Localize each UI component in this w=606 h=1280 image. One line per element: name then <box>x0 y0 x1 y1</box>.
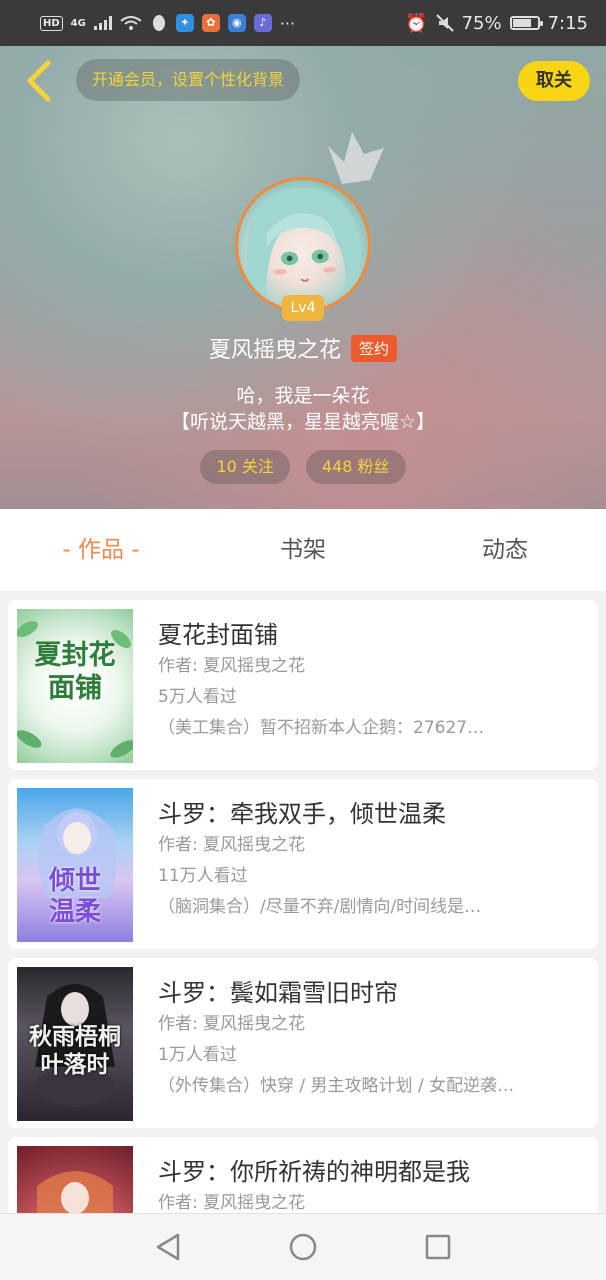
book-cover[interactable] <box>17 1146 133 1213</box>
followers-count[interactable]: 448 粉丝 <box>305 450 406 484</box>
app-notification-icon: ✦ <box>175 14 194 32</box>
crown-icon <box>328 132 384 184</box>
book-cover[interactable]: 倾世温柔 <box>17 788 133 942</box>
book-cover[interactable]: 秋雨梧桐叶落时 <box>17 967 133 1121</box>
battery-icon <box>509 16 543 30</box>
work-author: 作者: 夏风摇曳之花 <box>158 1014 306 1034</box>
music-notification-icon: ♪ <box>253 14 272 32</box>
cover-title: 秋雨梧桐叶落时 <box>29 1023 121 1078</box>
cover-figure <box>37 1171 113 1213</box>
nav-recent-icon <box>426 1234 451 1260</box>
avatar[interactable] <box>235 177 371 313</box>
hd-indicator: HD <box>40 15 63 31</box>
work-card[interactable]: 秋雨梧桐叶落时 斗罗：鬓如霜雪旧时帘 作者: 夏风摇曳之花 1万人看过 （外传集… <box>8 958 598 1128</box>
unfollow-button[interactable]: 取关 <box>518 61 590 101</box>
work-author: 作者: 夏风摇曳之花 <box>158 835 306 855</box>
bio-line: 哈，我是一朵花 <box>236 385 370 407</box>
work-views: 1万人看过 <box>158 1045 237 1065</box>
work-author: 作者: 夏风摇曳之花 <box>158 1193 306 1213</box>
system-nav-bar <box>0 1213 606 1280</box>
signed-author-badge: 签约 <box>351 334 398 362</box>
work-views: 11万人看过 <box>158 866 248 886</box>
work-author: 作者: 夏风摇曳之花 <box>158 656 306 676</box>
work-card[interactable]: 倾世温柔 斗罗：牵我双手，倾世温柔 作者: 夏风摇曳之花 11万人看过 （脑洞集… <box>8 779 598 949</box>
vip-background-prompt[interactable]: 开通会员，设置个性化背景 <box>76 59 301 101</box>
nav-home-icon <box>289 1233 317 1261</box>
work-description: （外传集合）快穿 / 男主攻略计划 / 女配逆袭… <box>158 1076 515 1096</box>
wifi-icon <box>120 16 142 30</box>
work-title: 斗罗：牵我双手，倾世温柔 <box>158 800 446 828</box>
tab-bookshelf[interactable]: 书架 <box>202 509 404 591</box>
work-title: 夏花封面铺 <box>158 621 278 649</box>
nav-back-button[interactable] <box>148 1227 188 1267</box>
mute-icon <box>435 14 454 32</box>
works-list: 夏封花面铺 夏花封面铺 作者: 夏风摇曳之花 5万人看过 （美工集合）暂不招新本… <box>0 591 606 1213</box>
back-chevron-icon <box>27 60 51 102</box>
tab-activity[interactable]: 动态 <box>404 509 606 591</box>
back-button[interactable] <box>18 58 58 104</box>
work-title: 斗罗：你所祈祷的神明都是我 <box>158 1158 470 1186</box>
nav-recent-button[interactable] <box>418 1227 458 1267</box>
following-count[interactable]: 10 关注 <box>200 450 290 484</box>
status-bar: HD 4G ✦ ✿ ◉ ♪ ··· ⏰ 75% 7:15 <box>0 0 606 46</box>
more-notifications-icon: ··· <box>279 13 296 33</box>
nav-home-button[interactable] <box>283 1227 323 1267</box>
app-notification-icon: ◉ <box>227 14 246 32</box>
work-card[interactable]: 斗罗：你所祈祷的神明都是我 作者: 夏风摇曳之花 <box>8 1137 598 1213</box>
app-notification-icon: ✿ <box>201 14 220 32</box>
work-card[interactable]: 夏封花面铺 夏花封面铺 作者: 夏风摇曳之花 5万人看过 （美工集合）暂不招新本… <box>8 600 598 770</box>
signal-bars-icon <box>93 16 112 30</box>
level-badge: Lv4 <box>282 295 324 321</box>
alarm-icon: ⏰ <box>405 12 428 34</box>
bio-line: 【听说天越黑，星星越亮喔☆】 <box>170 411 436 433</box>
book-cover[interactable]: 夏封花面铺 <box>17 609 133 763</box>
work-title: 斗罗：鬓如霜雪旧时帘 <box>158 979 398 1007</box>
work-description: （脑洞集合）/尽量不弃/剧情向/时间线是… <box>158 897 482 917</box>
clock: 7:15 <box>547 12 588 34</box>
battery-percent: 75% <box>461 12 502 34</box>
work-views: 5万人看过 <box>158 687 237 707</box>
nav-back-icon <box>156 1233 179 1261</box>
profile-tabs: - 作品 - 书架 动态 <box>0 509 606 591</box>
work-description: （美工集合）暂不招新本人企鹅：27627… <box>158 718 485 738</box>
username: 夏风摇曳之花 <box>208 338 341 363</box>
profile-header: 开通会员，设置个性化背景 取关 Lv4 夏风摇曳之花 签约 哈，我是一朵花 【听… <box>0 46 606 509</box>
cover-title: 倾世温柔 <box>48 866 101 927</box>
bio: 哈，我是一朵花 【听说天越黑，星星越亮喔☆】 <box>0 383 606 435</box>
cover-title: 夏封花面铺 <box>34 640 116 704</box>
qq-notification-icon <box>152 15 165 31</box>
signal-4g-icon: 4G <box>70 17 86 29</box>
tab-works[interactable]: - 作品 - <box>0 509 202 591</box>
